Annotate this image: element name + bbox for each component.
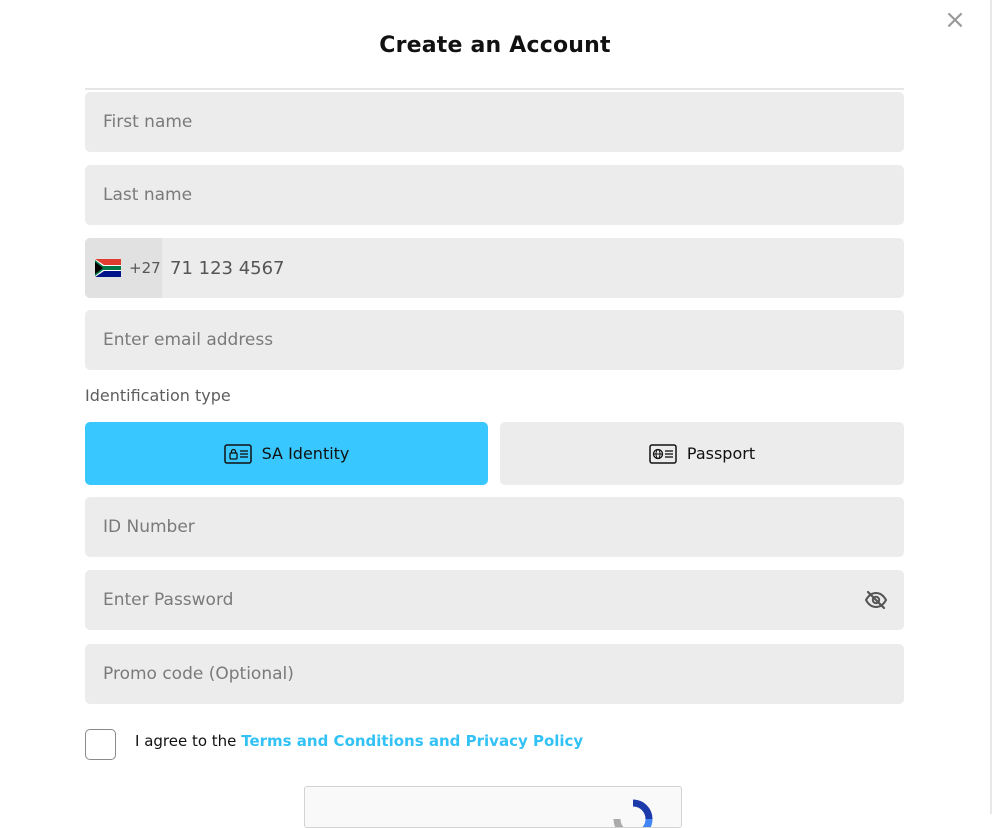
first-name-placeholder: First name [103,112,193,132]
last-name-input[interactable]: Last name [85,165,904,225]
promo-code-placeholder: Promo code (Optional) [103,664,294,684]
eye-off-icon[interactable] [864,588,888,612]
phone-placeholder: 71 123 4567 [170,257,285,279]
passport-button[interactable]: Passport [500,422,904,485]
password-placeholder: Enter Password [103,590,234,610]
email-placeholder: Enter email address [103,330,274,350]
first-name-input[interactable]: First name [85,92,904,152]
id-number-placeholder: ID Number [103,517,195,537]
sa-identity-button[interactable]: SA Identity [85,422,488,485]
terms-prefix: I agree to the [135,732,237,750]
last-name-placeholder: Last name [103,185,193,205]
email-input[interactable]: Enter email address [85,310,904,370]
terms-agreement-text: I agree to the Terms and Conditions and … [135,732,583,750]
modal-title: Create an Account [379,33,611,58]
country-code-selector[interactable]: +27 [85,238,162,298]
passport-label: Passport [686,444,756,463]
promo-code-input[interactable]: Promo code (Optional) [85,644,904,704]
south-africa-flag-icon [95,259,121,277]
scroll-top-divider [85,88,904,90]
terms-checkbox[interactable] [85,729,116,760]
password-input[interactable]: Enter Password [85,570,904,630]
id-card-icon [223,443,252,464]
country-code: +27 [129,259,161,277]
close-icon[interactable]: × [944,7,966,33]
terms-link[interactable]: Terms and Conditions and Privacy Policy [241,732,583,750]
id-number-input[interactable]: ID Number [85,497,904,557]
sa-identity-label: SA Identity [261,444,350,463]
phone-input[interactable]: +27 71 123 4567 [85,238,904,298]
passport-icon [649,443,677,464]
recaptcha-widget[interactable] [304,786,682,828]
identification-type-label: Identification type [85,386,231,405]
